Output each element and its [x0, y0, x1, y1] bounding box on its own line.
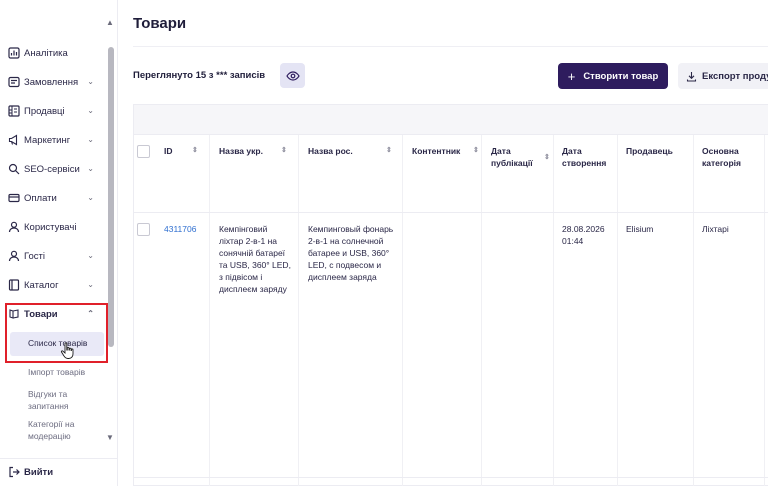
main-content: Товари Переглянуто 15 з *** записів + Ст… — [118, 0, 768, 486]
column-header-label: Основна категорія — [702, 146, 742, 168]
create-product-button[interactable]: + Створити товар — [558, 63, 668, 89]
row-checkbox[interactable] — [137, 223, 150, 236]
sidebar-scrollbar[interactable] — [108, 47, 114, 347]
sidebar-item-seo[interactable]: SEO-сервіси ⌄ — [8, 159, 104, 179]
sidebar-subitem-import[interactable]: Імпорт товарів — [28, 366, 108, 378]
column-header-published[interactable]: Дата публікації ⇕ — [491, 145, 550, 169]
logout-icon — [9, 466, 20, 478]
create-product-label: Створити товар — [583, 70, 659, 82]
products-table: ID ⇕ Назва укр. ⇕ Назва рос. ⇕ Контентни… — [133, 104, 768, 486]
megaphone-icon — [8, 134, 20, 146]
column-header-name-ukr[interactable]: Назва укр. ⇕ — [219, 145, 299, 157]
table-toolbar — [134, 105, 768, 135]
chevron-down-icon: ⌄ — [87, 193, 94, 202]
chevron-down-icon: ⌄ — [87, 280, 94, 289]
select-all-checkbox[interactable] — [137, 145, 150, 158]
sidebar-subitem-category-moderation[interactable]: Категорії на модерацію — [28, 418, 108, 442]
chart-icon — [8, 47, 20, 59]
sidebar-item-orders[interactable]: Замовлення ⌄ — [8, 72, 104, 92]
sort-icon: ⇕ — [386, 147, 392, 154]
column-header-label: Продавець — [626, 146, 673, 156]
sidebar-item-label: Аналітика — [24, 47, 68, 59]
scroll-up-arrow-icon[interactable]: ▲ — [106, 18, 114, 27]
row-divider — [134, 477, 768, 478]
sidebar-item-label: Каталог — [24, 279, 59, 291]
sidebar-item-label: Користувачі — [24, 221, 77, 233]
column-header-content-manager[interactable]: Контентник ⇕ — [412, 145, 482, 157]
column-header-name-rus[interactable]: Назва рос. ⇕ — [308, 145, 398, 157]
guest-icon — [8, 250, 20, 262]
product-category: Ліхтарі — [702, 224, 729, 234]
column-header-label: Назва укр. — [219, 146, 263, 156]
catalog-icon — [8, 279, 20, 291]
column-header-label: Назва рос. — [308, 146, 353, 156]
sidebar-item-label: Замовлення — [24, 76, 79, 88]
sort-icon: ⇕ — [544, 154, 550, 161]
sidebar-item-payments[interactable]: Оплати ⌄ — [8, 188, 104, 208]
sidebar-item-label: Маркетинг — [24, 134, 71, 146]
chevron-down-icon: ⌄ — [87, 164, 94, 173]
sidebar-subitem-reviews[interactable]: Відгуки та запитання — [28, 388, 108, 412]
sidebar-item-marketing[interactable]: Маркетинг ⌄ — [8, 130, 104, 150]
column-visibility-button[interactable] — [280, 63, 305, 88]
logout-label: Вийти — [24, 466, 54, 478]
store-icon — [8, 105, 20, 117]
download-icon — [686, 71, 697, 82]
page-title: Товари — [133, 15, 187, 32]
divider — [133, 46, 768, 47]
column-header-label: Дата створення — [562, 146, 607, 168]
records-counter: Переглянуто 15 з *** записів — [133, 70, 266, 81]
column-header-label: Дата публікації — [491, 146, 533, 168]
sidebar: ▲ ▼ Аналітика Замовлення ⌄ Продавці ⌄ Ма… — [0, 0, 118, 486]
highlight-box — [5, 303, 108, 363]
column-header-label: ID — [164, 146, 173, 156]
user-icon — [8, 221, 20, 233]
sidebar-item-guests[interactable]: Гості ⌄ — [8, 246, 104, 266]
column-header-id[interactable]: ID ⇕ — [164, 145, 204, 157]
sort-icon: ⇕ — [473, 147, 479, 154]
column-header-main-category[interactable]: Основна категорія — [702, 145, 757, 169]
column-header-label: Контентник — [412, 146, 461, 156]
table-header: ID ⇕ Назва укр. ⇕ Назва рос. ⇕ Контентни… — [134, 135, 768, 213]
sidebar-item-label: SEO-сервіси — [24, 163, 80, 175]
chevron-down-icon: ⌄ — [87, 251, 94, 260]
chevron-down-icon: ⌄ — [87, 106, 94, 115]
export-products-label: Експорт продукції — [702, 70, 768, 82]
column-header-created[interactable]: Дата створення — [562, 145, 612, 169]
logout-button[interactable]: Вийти — [8, 466, 53, 478]
sidebar-item-analytics[interactable]: Аналітика — [8, 43, 104, 63]
product-name-ukr: Кемпінговий ліхтар 2-в-1 на сонячній бат… — [219, 224, 291, 294]
column-header-seller[interactable]: Продавець — [626, 145, 686, 157]
sort-icon: ⇕ — [281, 147, 287, 154]
export-products-button[interactable]: Експорт продукції — [678, 63, 768, 89]
sidebar-item-label: Гості — [24, 250, 46, 262]
plus-icon: + — [567, 68, 576, 84]
sidebar-item-label: Оплати — [24, 192, 57, 204]
sidebar-item-catalog[interactable]: Каталог ⌄ — [8, 275, 104, 295]
chevron-down-icon: ⌄ — [87, 77, 94, 86]
card-icon — [8, 192, 20, 204]
chevron-down-icon: ⌄ — [87, 135, 94, 144]
eye-icon — [285, 70, 300, 81]
orders-icon — [8, 76, 20, 88]
product-name-rus: Кемпинговый фонарь 2-в-1 на солнечной ба… — [308, 224, 394, 282]
sidebar-item-users[interactable]: Користувачі — [8, 217, 104, 237]
product-created-date: 28.08.2026 01:44 — [562, 224, 605, 246]
product-id-link[interactable]: 4311706 — [164, 223, 196, 235]
hand-cursor-icon — [60, 342, 74, 359]
product-seller: Elisium — [626, 224, 654, 234]
sidebar-item-sellers[interactable]: Продавці ⌄ — [8, 101, 104, 121]
sort-icon: ⇕ — [192, 147, 198, 154]
sidebar-item-label: Продавці — [24, 105, 65, 117]
seo-icon — [8, 163, 20, 175]
